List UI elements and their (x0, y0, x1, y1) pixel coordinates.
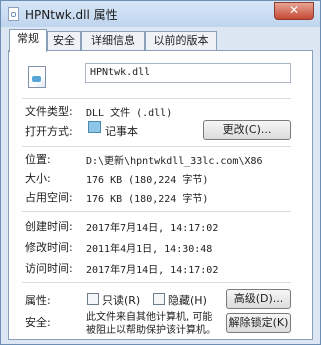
divider (22, 282, 291, 283)
size-value: 176 KB (180,224 字节) (86, 175, 209, 186)
modified-label: 修改时间: (25, 241, 73, 254)
created-value: 2017年7月14日, 14:17:02 (86, 223, 219, 234)
modified-value: 2011年4月1日, 14:30:48 (86, 244, 213, 255)
dll-file-icon (8, 7, 19, 21)
notepad-icon (88, 121, 101, 133)
attributes-label: 属性: (25, 294, 51, 307)
readonly-checkbox[interactable] (87, 293, 99, 305)
advanced-button[interactable]: 高级(D)... (226, 289, 291, 309)
file-name-field[interactable]: HPNtwk.dll (85, 63, 291, 83)
tab-general[interactable]: 常规 (9, 29, 47, 52)
accessed-value: 2017年7月14日, 14:17:02 (86, 265, 219, 276)
tab-bar: 常规 安全 详细信息 以前的版本 (9, 29, 314, 52)
hidden-label[interactable]: 隐藏(H) (168, 292, 207, 308)
title-bar: HPNtwk.dll 属性 ✕ (1, 1, 320, 27)
accessed-label: 访问时间: (25, 262, 73, 275)
dll-file-icon (28, 66, 46, 88)
divider (22, 146, 291, 147)
close-icon: ✕ (288, 3, 300, 17)
tab-details[interactable]: 详细信息 (81, 31, 145, 50)
size-on-disk-value: 176 KB (180,224 字节) (86, 194, 209, 205)
security-label: 安全: (25, 316, 51, 329)
open-with-label: 打开方式: (25, 125, 73, 138)
file-type-label: 文件类型: (25, 105, 73, 118)
close-button[interactable]: ✕ (274, 2, 314, 20)
file-type-value: DLL 文件 (.dll) (86, 108, 173, 119)
hidden-checkbox[interactable] (153, 293, 165, 305)
tab-security[interactable]: 安全 (47, 31, 81, 50)
size-on-disk-label: 占用空间: (25, 191, 73, 204)
location-label: 位置: (25, 153, 51, 166)
readonly-label[interactable]: 只读(R) (102, 292, 140, 308)
tab-previous-versions[interactable]: 以前的版本 (145, 31, 217, 50)
created-label: 创建时间: (25, 220, 73, 233)
location-value: D:\更新\hpntwkdll_33lc.com\X86 (86, 156, 263, 167)
unblock-button[interactable]: 解除锁定(K) (226, 313, 291, 333)
divider (22, 211, 291, 212)
security-message: 此文件来自其他计算机, 可能被阻止以帮助保护该计算机。 (86, 312, 216, 336)
divider (22, 98, 291, 99)
window-title: HPNtwk.dll 属性 (25, 8, 118, 22)
size-label: 大小: (25, 172, 51, 185)
change-button[interactable]: 更改(C)... (203, 120, 291, 140)
open-with-app: 记事本 (105, 125, 138, 138)
